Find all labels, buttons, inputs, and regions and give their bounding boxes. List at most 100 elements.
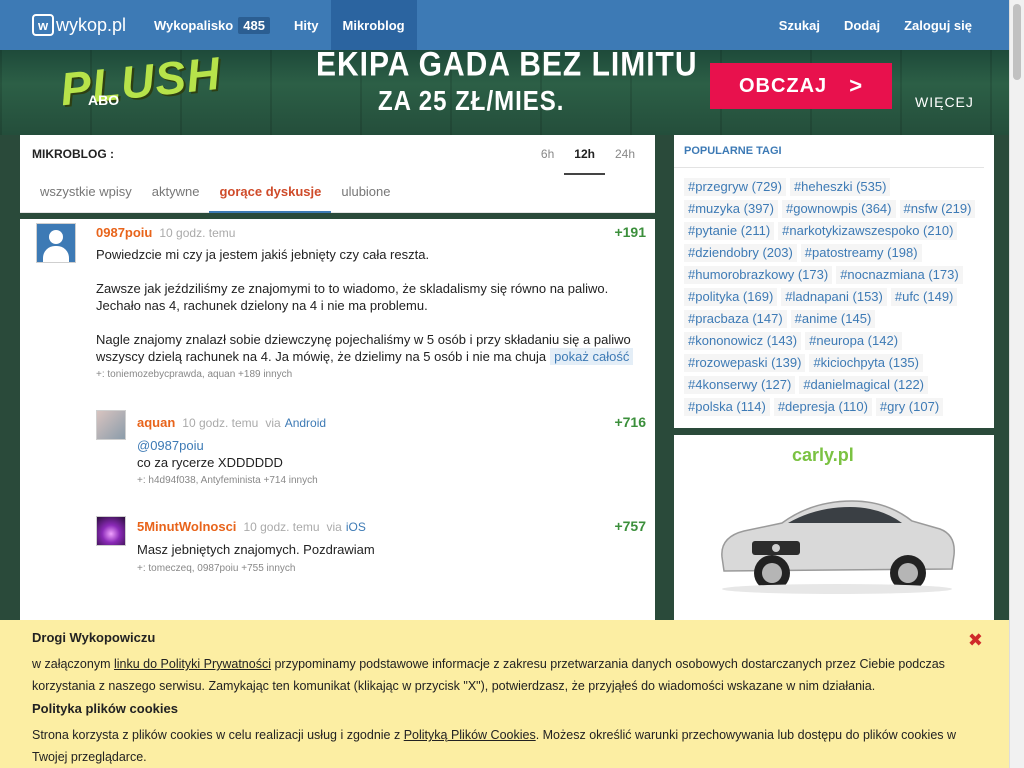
popular-tags-title: POPULARNE TAGI	[674, 135, 984, 168]
tag-link[interactable]: #pytanie (211)	[684, 222, 775, 240]
close-icon[interactable]: ✖	[968, 630, 983, 651]
avatar[interactable]	[36, 223, 76, 263]
cookie-policy-text: Strona korzysta z plików cookies w celu …	[32, 724, 977, 768]
comment-via-link[interactable]: Android	[285, 416, 326, 430]
comment-timestamp[interactable]: 10 godz. temu	[182, 416, 258, 430]
tag-link[interactable]: #gownowpis (364)	[781, 200, 896, 218]
cookie-privacy-text: w załączonym linku do Polityki Prywatnoś…	[32, 653, 977, 697]
comment-text: Masz jebniętych znajomych. Pozdrawiam	[137, 542, 375, 557]
entry-timestamp[interactable]: 10 godz. temu	[159, 226, 235, 240]
privacy-policy-link[interactable]: linku do Polityki Prywatności	[114, 657, 271, 671]
mikroblog-header: MIKROBLOG : 6h 12h 24h wszystkie wpisy a…	[20, 135, 655, 213]
nav-mikroblog[interactable]: Mikroblog	[330, 0, 417, 50]
tag-link[interactable]: #nocnazmiana (173)	[836, 266, 963, 284]
comment-author[interactable]: 5MinutWolnosci	[137, 519, 236, 534]
comment-plus-list[interactable]: +: tomeczeq, 0987poiu +755 innych	[137, 563, 295, 574]
entry-paragraph: Zawsze jak jeździliśmy ze znajomymi to t…	[96, 281, 609, 313]
tag-link[interactable]: #polityka (169)	[684, 288, 778, 306]
avatar[interactable]	[96, 410, 126, 440]
tag-link[interactable]: #heheszki (535)	[789, 178, 891, 196]
nav-right-group: Szukaj Dodaj Zaloguj się	[767, 0, 984, 50]
entry-paragraph: Powiedzcie mi czy ja jestem jakiś jebnię…	[96, 247, 430, 262]
mikroblog-title: MIKROBLOG :	[32, 147, 114, 161]
entry-paragraph: Nagle znajomy znalazł sobie dziewczynę p…	[96, 331, 648, 365]
comment-body: @0987poiu co za rycerze XDDDDDD	[137, 437, 637, 471]
tag-link[interactable]: #danielmagical (122)	[799, 376, 929, 394]
tag-link[interactable]: #ufc (149)	[890, 288, 958, 306]
nav-szukaj[interactable]: Szukaj	[767, 0, 832, 50]
nav-zaloguj[interactable]: Zaloguj się	[892, 0, 984, 50]
tag-link[interactable]: #narkotykizawszespoko (210)	[778, 222, 958, 240]
banner-headline: EKIPA GADA BEZ LIMITU	[316, 50, 698, 84]
tag-link[interactable]: #polska (114)	[684, 398, 770, 416]
comment-votes[interactable]: +757	[614, 518, 646, 534]
comment-via-link[interactable]: iOS	[346, 520, 366, 534]
show-more-button[interactable]: pokaż całość	[550, 348, 634, 365]
tab-12h[interactable]: 12h	[564, 135, 605, 175]
avatar[interactable]	[96, 516, 126, 546]
comment-votes[interactable]: +716	[614, 414, 646, 430]
tag-link[interactable]: #humorobrazkowy (173)	[684, 266, 833, 284]
cookie-privacy-text-a: w załączonym	[32, 657, 114, 671]
mikroblog-sub-tabs: wszystkie wpisy aktywne gorące dyskusje …	[30, 175, 401, 213]
wykop-logo[interactable]: w wykop.pl	[32, 0, 142, 50]
tag-link[interactable]: #kiciochpyta (135)	[809, 354, 923, 372]
entry-body: Powiedzcie mi czy ja jestem jakiś jebnię…	[96, 246, 648, 365]
top-navigation: w wykop.pl Wykopalisko 485 Hity Mikroblo…	[0, 0, 1009, 50]
tag-link[interactable]: #przegryw (729)	[684, 178, 786, 196]
car-image	[721, 500, 955, 594]
cookie-policy-title: Polityka plików cookies	[32, 701, 178, 716]
nav-wykopalisko[interactable]: Wykopalisko 485	[142, 0, 282, 50]
tag-link[interactable]: #dziendobry (203)	[684, 244, 797, 262]
comment-text: co za rycerze XDDDDDD	[137, 455, 283, 470]
tag-link[interactable]: #patostreamy (198)	[800, 244, 922, 262]
scrollbar-thumb[interactable]	[1013, 4, 1021, 80]
entry-author[interactable]: 0987poiu	[96, 225, 152, 240]
tab-gorace-dyskusje[interactable]: gorące dyskusje	[209, 175, 332, 213]
tag-link[interactable]: #gry (107)	[875, 398, 944, 416]
cookies-policy-link[interactable]: Polityką Plików Cookies	[404, 728, 536, 742]
tag-link[interactable]: #anime (145)	[790, 310, 876, 328]
tag-link[interactable]: #muzyka (397)	[684, 200, 778, 218]
banner-cta-label: OBCZAJ	[738, 74, 828, 97]
banner-more-link[interactable]: WIĘCEJ	[915, 94, 974, 110]
banner-cta-button[interactable]: OBCZAJ >	[710, 63, 892, 109]
entry-header: 0987poiu 10 godz. temu	[96, 225, 235, 240]
cookie-policy-text-a: Strona korzysta z plików cookies w celu …	[32, 728, 404, 742]
comment-plus-list[interactable]: +: h4d94f038, Antyfeminista +714 innych	[137, 475, 318, 486]
tag-link[interactable]: #rozowepaski (139)	[684, 354, 806, 372]
tag-link[interactable]: #neuropa (142)	[805, 332, 903, 350]
entry-plus-list[interactable]: +: toniemozebycprawda, aquan +189 innych	[96, 369, 292, 380]
tag-link[interactable]: #depresja (110)	[773, 398, 872, 416]
tab-ulubione[interactable]: ulubione	[331, 175, 400, 213]
tag-link[interactable]: #pracbaza (147)	[684, 310, 787, 328]
banner-brand-sub: ABO	[88, 92, 120, 108]
logo-icon: w	[32, 14, 54, 36]
tag-link[interactable]: #nsfw (219)	[899, 200, 976, 218]
ad-brand: carly.pl	[792, 445, 854, 465]
tab-6h[interactable]: 6h	[531, 135, 564, 175]
user-mention-link[interactable]: @0987poiu	[137, 438, 204, 453]
tag-link[interactable]: #4konserwy (127)	[684, 376, 796, 394]
nav-hity[interactable]: Hity	[282, 0, 331, 50]
comment-timestamp[interactable]: 10 godz. temu	[243, 520, 319, 534]
cookie-title: Drogi Wykopowiczu	[32, 630, 156, 645]
tag-link[interactable]: #ladnapani (153)	[781, 288, 887, 306]
banner-brand: PLUSH	[57, 50, 224, 116]
comment-author[interactable]: aquan	[137, 415, 175, 430]
entry-votes[interactable]: +191	[614, 224, 646, 240]
page-scrollbar[interactable]	[1009, 0, 1024, 768]
chevron-right-icon: >	[849, 73, 864, 98]
time-filter-tabs: 6h 12h 24h	[531, 135, 645, 175]
wykopalisko-count-badge: 485	[238, 16, 270, 34]
popular-tags-box: POPULARNE TAGI #przegryw (729) #heheszki …	[674, 135, 994, 428]
side-ad[interactable]: carly.pl	[674, 435, 994, 635]
tag-link[interactable]: #kononowicz (143)	[684, 332, 802, 350]
ad-banner[interactable]: PLUSH ABO EKIPA GADA BEZ LIMITU ZA 25 ZŁ…	[0, 50, 1009, 135]
comment-via: via	[326, 520, 342, 534]
tab-wszystkie-wpisy[interactable]: wszystkie wpisy	[30, 175, 142, 213]
comment-header: 5MinutWolnosci 10 godz. temu via iOS	[137, 519, 366, 534]
nav-dodaj[interactable]: Dodaj	[832, 0, 892, 50]
tab-aktywne[interactable]: aktywne	[142, 175, 210, 213]
tab-24h[interactable]: 24h	[605, 135, 645, 175]
